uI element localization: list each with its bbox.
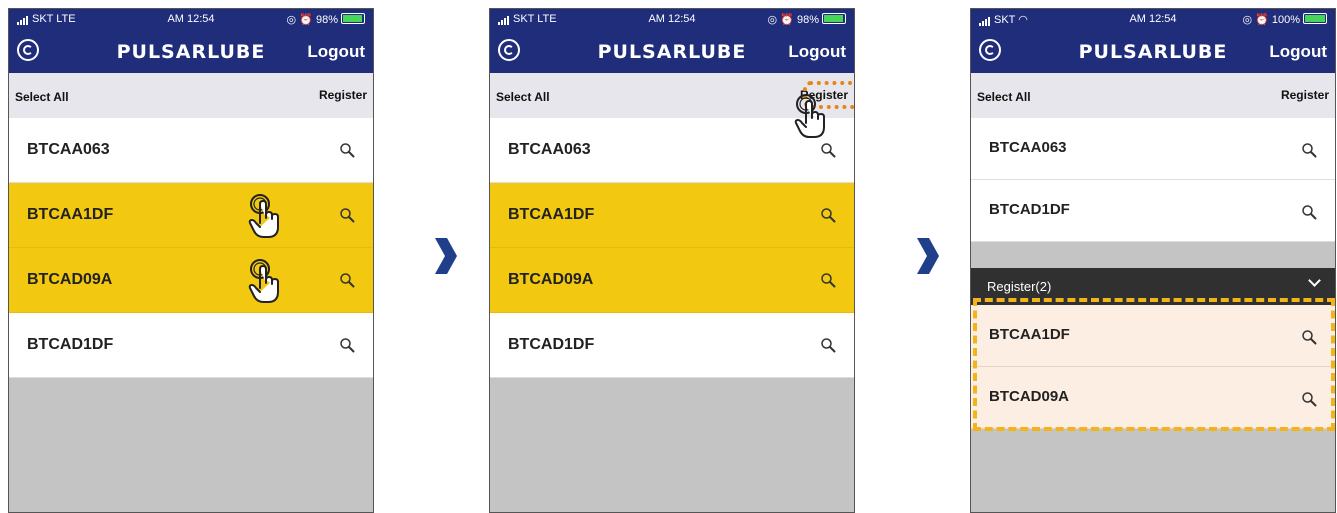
phone-screen-2: SKT LTE AM 12:54 ◎ ⏰ 98% PULSARLUBE Logo…	[489, 8, 855, 513]
tap-hand-icon	[793, 93, 833, 139]
device-id: BTCAA1DF	[508, 206, 595, 223]
device-id: BTCAA063	[989, 139, 1067, 156]
select-all-button[interactable]: Select All	[496, 90, 550, 104]
device-row[interactable]: BTCAD1DF	[9, 313, 373, 378]
phone-screen-1: SKT LTE AM 12:54 ◎ ⏰ 98% PULSARLUBE Logo…	[8, 8, 374, 513]
logout-button[interactable]: Logout	[788, 42, 846, 62]
logout-button[interactable]: Logout	[1269, 42, 1327, 62]
device-id: BTCAD1DF	[989, 201, 1070, 218]
alarm-icon: ◎ ⏰	[767, 14, 794, 26]
register-button[interactable]: Register	[1281, 88, 1329, 102]
battery-percent: 98%	[315, 14, 338, 26]
app-header: PULSARLUBE Logout	[9, 31, 373, 73]
device-row-selected[interactable]: BTCAD09A	[490, 248, 854, 313]
status-bar: SKT ◠ AM 12:54 ◎ ⏰ 100%	[971, 9, 1335, 31]
app-header: PULSARLUBE Logout	[971, 31, 1335, 73]
search-icon[interactable]	[339, 337, 355, 353]
tap-hand-icon	[247, 258, 287, 304]
status-bar: SKT LTE AM 12:54 ◎ ⏰ 98%	[490, 9, 854, 31]
next-step-arrow-icon	[432, 236, 458, 276]
search-icon[interactable]	[820, 142, 836, 158]
registered-highlight	[973, 298, 1335, 431]
battery-percent: 98%	[796, 14, 819, 26]
action-bar: Select All Register	[971, 73, 1335, 118]
list-gap	[971, 242, 1335, 268]
search-icon[interactable]	[339, 272, 355, 288]
search-icon[interactable]	[339, 207, 355, 223]
alarm-icon: ◎ ⏰	[1242, 14, 1269, 26]
search-icon[interactable]	[820, 272, 836, 288]
device-row-selected[interactable]: BTCAA1DF	[9, 183, 373, 248]
battery-percent: 100%	[1271, 14, 1300, 26]
next-step-arrow-icon	[914, 236, 940, 276]
register-button[interactable]: Register	[319, 88, 367, 102]
device-row[interactable]: BTCAD1DF	[971, 180, 1335, 242]
select-all-button[interactable]: Select All	[15, 90, 69, 104]
phone-screen-3: SKT ◠ AM 12:54 ◎ ⏰ 100% PULSARLUBE Logou…	[970, 8, 1336, 513]
device-id: BTCAD1DF	[27, 336, 114, 353]
battery-icon	[341, 13, 365, 24]
device-id: BTCAA063	[27, 141, 110, 158]
tap-hand-icon	[247, 193, 287, 239]
device-id: BTCAD1DF	[508, 336, 595, 353]
action-bar: Select All Register	[9, 73, 373, 118]
status-bar: SKT LTE AM 12:54 ◎ ⏰ 98%	[9, 9, 373, 31]
device-row-selected[interactable]: BTCAA1DF	[490, 183, 854, 248]
device-row[interactable]: BTCAA063	[971, 118, 1335, 180]
logout-button[interactable]: Logout	[307, 42, 365, 62]
search-icon[interactable]	[820, 207, 836, 223]
app-header: PULSARLUBE Logout	[490, 31, 854, 73]
device-row[interactable]: BTCAD1DF	[490, 313, 854, 378]
device-row[interactable]: BTCAA063	[9, 118, 373, 183]
search-icon[interactable]	[820, 337, 836, 353]
device-id: BTCAA1DF	[27, 206, 114, 223]
search-icon[interactable]	[1301, 142, 1317, 158]
select-all-button[interactable]: Select All	[977, 90, 1031, 104]
device-id: BTCAD09A	[508, 271, 594, 288]
alarm-icon: ◎ ⏰	[286, 14, 313, 26]
search-icon[interactable]	[339, 142, 355, 158]
battery-icon	[1303, 13, 1327, 24]
device-row-selected[interactable]: BTCAD09A	[9, 248, 373, 313]
battery-icon	[822, 13, 846, 24]
search-icon[interactable]	[1301, 204, 1317, 220]
register-section-title: Register(2)	[987, 279, 1052, 294]
device-id: BTCAA063	[508, 141, 591, 158]
device-id: BTCAD09A	[27, 271, 113, 288]
chevron-down-icon[interactable]	[1308, 274, 1321, 287]
